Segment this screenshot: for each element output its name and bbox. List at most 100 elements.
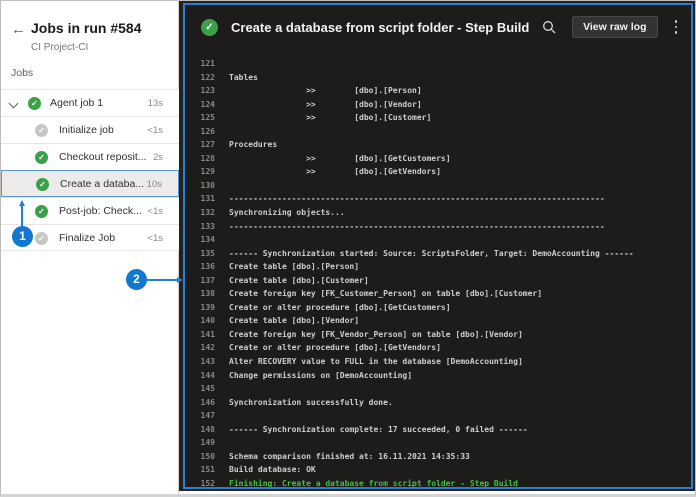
log-line-number: 136 <box>200 262 215 272</box>
log-line-138: 138 Create foreign key [FK_Customer_Perso… <box>185 287 691 301</box>
log-line-text: Create table [dbo].[Vendor] <box>229 316 360 326</box>
log-line-text: ----------------------------------------… <box>229 194 605 204</box>
callout-1-line <box>21 205 23 227</box>
log-line-number: 141 <box>200 329 215 339</box>
log-line-text: Alter RECOVERY value to FULL in the data… <box>229 357 523 367</box>
log-line-number: 151 <box>200 465 215 475</box>
log-header: ✓ Create a database from script folder -… <box>185 5 691 49</box>
back-arrow-icon[interactable]: ← <box>11 21 26 38</box>
log-line-151: 151 Build database: OK <box>185 463 691 477</box>
log-line-number: 142 <box>200 343 215 353</box>
job-item-3[interactable]: ✓ Create a databa... 10s <box>1 170 179 197</box>
log-line-122: 122 Tables <box>185 71 691 85</box>
log-line-text: Finishing: Create a database from script… <box>229 478 518 487</box>
job-item-0[interactable]: ✓ Agent job 1 13s <box>1 89 179 116</box>
log-line-number: 128 <box>200 153 215 163</box>
log-line-135: 135 ------ Synchronization started: Sourc… <box>185 247 691 261</box>
log-line-text: Build database: OK <box>229 465 316 475</box>
success-check-icon: ✓ <box>35 205 48 218</box>
skipped-check-icon: ✓ <box>35 232 48 245</box>
log-line-143: 143 Alter RECOVERY value to FULL in the d… <box>185 355 691 369</box>
callout-1-arrowhead <box>18 200 25 206</box>
log-line-text: Tables <box>229 72 258 82</box>
job-item-2[interactable]: ✓ Checkout reposit... 2s <box>1 143 179 170</box>
search-icon[interactable] <box>542 20 556 34</box>
job-item-duration: <1s <box>147 125 163 136</box>
log-line-number: 139 <box>200 302 215 312</box>
log-line-130: 130 <box>185 179 691 193</box>
log-line-152: 152 Finishing: Create a database from scr… <box>185 477 691 487</box>
job-item-1[interactable]: ✓ Initialize job <1s <box>1 116 179 143</box>
job-item-duration: 10s <box>146 179 162 190</box>
log-line-126: 126 <box>185 125 691 139</box>
log-line-text: >> [dbo].[Vendor] <box>229 99 422 109</box>
callout-badge-2: 2 <box>126 269 147 290</box>
log-line-number: 126 <box>200 126 215 136</box>
log-line-146: 146 Synchronization successfully done. <box>185 396 691 410</box>
log-line-136: 136 Create table [dbo].[Person] <box>185 260 691 274</box>
log-line-number: 130 <box>200 180 215 190</box>
job-item-duration: 13s <box>147 98 163 109</box>
log-line-text: ------ Synchronization started: Source: … <box>229 248 634 258</box>
pipeline-run-window: ← Jobs in run #584 CI Project-CI Jobs ✓ A… <box>0 0 696 497</box>
log-line-text: Schema comparison finished at: 16.11.202… <box>229 451 470 461</box>
log-line-134: 134 <box>185 233 691 247</box>
log-line-number: 143 <box>200 357 215 367</box>
job-item-label: Checkout reposit... <box>59 151 147 163</box>
more-options-icon[interactable] <box>671 17 682 37</box>
log-line-number: 138 <box>200 289 215 299</box>
success-check-icon: ✓ <box>36 178 49 191</box>
log-line-128: 128 >> [dbo].[GetCustomers] <box>185 152 691 166</box>
log-line-148: 148 ------ Synchronization complete: 17 s… <box>185 423 691 437</box>
log-line-137: 137 Create table [dbo].[Customer] <box>185 274 691 288</box>
log-line-number: 152 <box>200 478 215 487</box>
log-line-147: 147 <box>185 409 691 423</box>
log-line-number: 137 <box>200 275 215 285</box>
page-title: Jobs in run #584 <box>31 20 142 36</box>
log-line-text: ------ Synchronization complete: 17 succ… <box>229 424 528 434</box>
success-check-icon: ✓ <box>28 97 41 110</box>
log-line-131: 131 -------------------------------------… <box>185 192 691 206</box>
log-line-127: 127 Procedures <box>185 138 691 152</box>
skipped-check-icon: ✓ <box>35 124 48 137</box>
job-item-label: Agent job 1 <box>50 97 104 109</box>
log-line-number: 133 <box>200 221 215 231</box>
log-line-133: 133 -------------------------------------… <box>185 220 691 234</box>
log-line-number: 123 <box>200 86 215 96</box>
job-item-duration: 2s <box>152 152 163 163</box>
log-line-129: 129 >> [dbo].[GetVendors] <box>185 165 691 179</box>
log-panel-inner: ✓ Create a database from script folder -… <box>183 3 693 489</box>
log-line-text: Create foreign key [FK_Customer_Person] … <box>229 289 543 299</box>
log-line-text: Create foreign key [FK_Vendor_Person] on… <box>229 329 523 339</box>
log-line-number: 127 <box>200 140 215 150</box>
log-line-text: >> [dbo].[Customer] <box>229 113 432 123</box>
log-line-text: ----------------------------------------… <box>229 221 605 231</box>
job-item-label: Create a databa... <box>60 178 145 190</box>
callout-badge-1: 1 <box>12 226 33 247</box>
log-line-number: 125 <box>200 113 215 123</box>
job-item-duration: <1s <box>147 206 163 217</box>
log-line-150: 150 Schema comparison finished at: 16.11.… <box>185 450 691 464</box>
log-body[interactable]: 121 122 Tables 123 >> [dbo].[Person] 124 >> … <box>185 49 691 487</box>
job-item-label: Finalize Job <box>59 232 116 244</box>
job-item-label: Post-job: Check... <box>59 205 142 217</box>
success-check-icon: ✓ <box>35 151 48 164</box>
log-line-145: 145 <box>185 382 691 396</box>
callout-2-arrowhead <box>177 276 183 283</box>
log-line-text: >> [dbo].[Person] <box>229 86 422 96</box>
log-line-number: 134 <box>200 235 215 245</box>
log-line-text: Procedures <box>229 140 278 150</box>
log-line-text: Create or alter procedure [dbo].[GetVend… <box>229 343 441 353</box>
log-line-number: 140 <box>200 316 215 326</box>
job-item-4[interactable]: ✓ Post-job: Check... <1s <box>1 197 179 224</box>
log-line-text: Create table [dbo].[Customer] <box>229 275 369 285</box>
log-line-number: 150 <box>200 451 215 461</box>
log-line-number: 149 <box>200 438 215 448</box>
log-line-132: 132 Synchronizing objects... <box>185 206 691 220</box>
job-item-label: Initialize job <box>59 124 114 136</box>
log-line-text: Synchronizing objects... <box>229 208 345 218</box>
pipeline-name: CI Project-CI <box>31 42 89 53</box>
view-raw-log-button[interactable]: View raw log <box>572 16 658 38</box>
chevron-down-icon[interactable] <box>8 98 19 109</box>
log-line-number: 132 <box>200 208 215 218</box>
